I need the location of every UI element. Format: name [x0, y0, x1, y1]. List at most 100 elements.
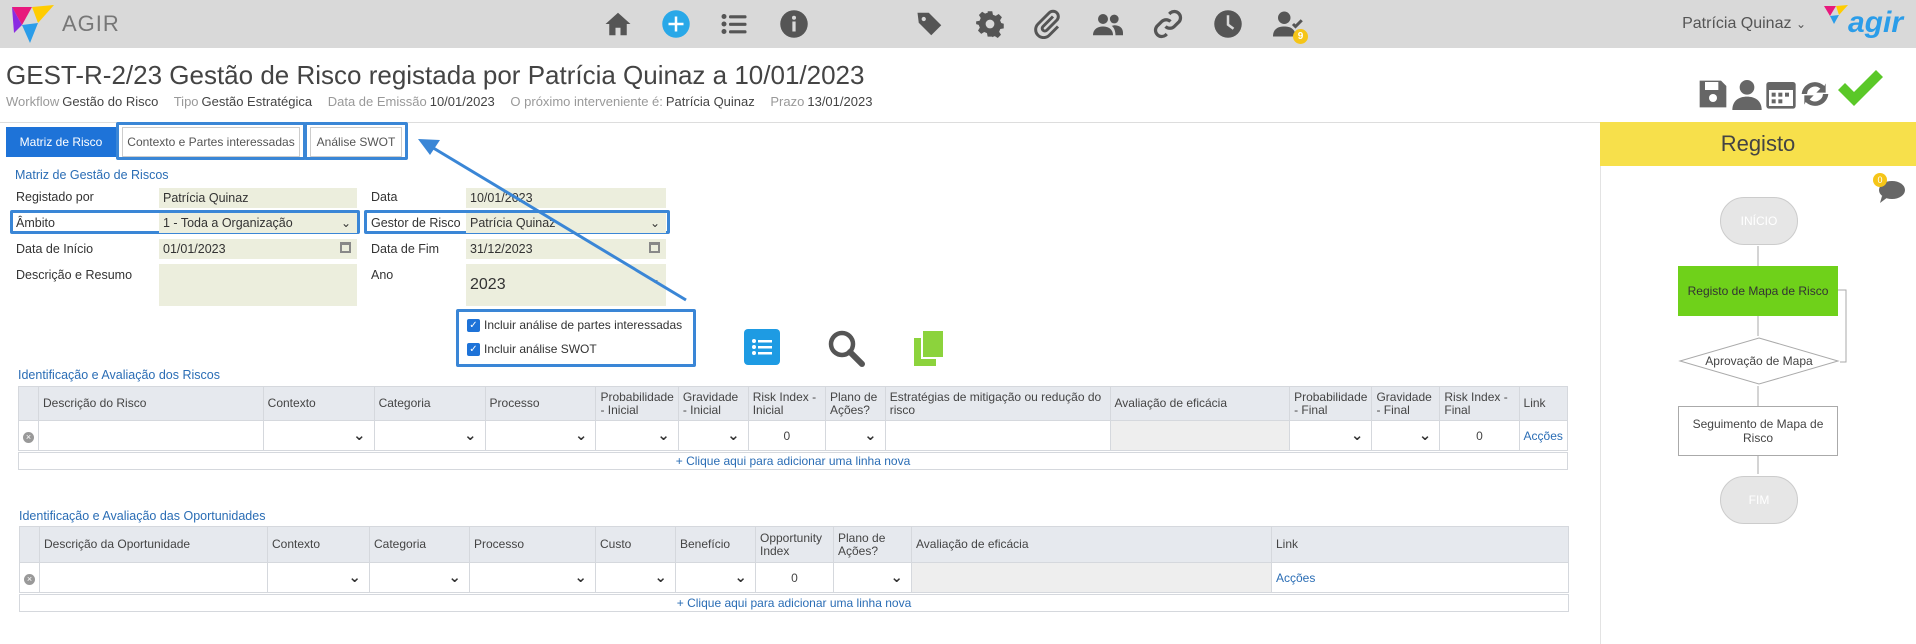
gestor-label: Gestor de Risco — [371, 216, 461, 230]
data-fim-field[interactable]: 31/12/2023 — [466, 239, 666, 259]
list-icon[interactable] — [716, 6, 752, 42]
process-select[interactable] — [469, 562, 596, 593]
action-plan-select[interactable] — [833, 562, 912, 593]
col-header: Contexto — [262, 386, 375, 421]
chevron-down-icon: ⌄ — [340, 216, 351, 230]
clock-icon[interactable] — [1210, 6, 1246, 42]
paperclip-icon[interactable] — [1030, 6, 1066, 42]
flow-step-registo[interactable]: Registo de Mapa de Risco — [1678, 266, 1838, 316]
user-name: Patrícia Quinaz — [1682, 15, 1792, 32]
chevron-down-icon: ⌄ — [1795, 17, 1806, 31]
probability-initial-select[interactable] — [595, 420, 679, 451]
link-icon[interactable] — [1150, 6, 1186, 42]
col-header: Avaliação de eficácia — [1109, 386, 1291, 421]
risk-description-input[interactable] — [38, 420, 264, 451]
agir-brand-logo: agir — [1822, 4, 1910, 44]
copy-icon[interactable] — [912, 328, 948, 373]
actions-link[interactable]: Acções — [1518, 420, 1569, 451]
gestor-select[interactable]: Patrícia Quinaz ⌄ — [466, 213, 666, 233]
checked-icon: ✓ — [467, 343, 480, 357]
col-header: Opportunity Index — [755, 526, 834, 563]
col-header: Processo — [484, 386, 597, 421]
tab-highlight — [116, 122, 306, 160]
flow-decision-node[interactable]: Aprovação de Mapa — [1678, 336, 1840, 386]
col-header: Probabilidade - Final — [1289, 386, 1373, 421]
agir-logo[interactable] — [8, 3, 58, 45]
probability-final-select[interactable] — [1289, 420, 1373, 451]
ano-label: Ano — [371, 268, 394, 282]
users-icon[interactable] — [1090, 6, 1126, 42]
notification-badge: 9 — [1293, 29, 1308, 44]
data-fim-value: 31/12/2023 — [470, 242, 533, 256]
data-inicio-label: Data de Início — [16, 242, 94, 256]
opportunities-table: Descrição da Oportunidade Contexto Categ… — [19, 526, 1569, 593]
info-icon[interactable] — [776, 6, 812, 42]
actions-link[interactable]: Acções — [1271, 562, 1569, 593]
home-icon[interactable] — [600, 6, 636, 42]
add-risk-row-link[interactable]: + Clique aqui para adicionar uma linha n… — [18, 452, 1568, 470]
category-select[interactable] — [369, 562, 470, 593]
top-bar — [0, 0, 1916, 48]
search-icon[interactable] — [826, 328, 866, 373]
remove-row-icon[interactable]: × — [19, 562, 40, 593]
ambito-label: Âmbito — [16, 216, 55, 230]
page-meta: Workflow Gestão do Risco Tipo Gestão Estra… — [6, 94, 873, 109]
data-label: Data — [371, 190, 398, 204]
remove-row-icon[interactable]: × — [18, 420, 39, 451]
ambito-select[interactable]: 1 - Toda a Organização ⌄ — [159, 213, 357, 233]
tags-icon[interactable] — [912, 6, 948, 42]
tab-matriz-de-risco[interactable]: Matriz de Risco — [6, 127, 116, 157]
submit-check-icon[interactable] — [1834, 66, 1884, 110]
add-opportunity-row-link[interactable]: + Clique aqui para adicionar uma linha n… — [19, 594, 1569, 612]
data-fim-label: Data de Fim — [371, 242, 440, 256]
col-header: Estratégias de mitigação ou redução do r… — [884, 386, 1111, 421]
save-icon[interactable] — [1697, 78, 1729, 115]
data-inicio-field[interactable]: 01/01/2023 — [159, 239, 357, 259]
col-header: Avaliação de eficácia — [911, 526, 1272, 563]
flow-start-node[interactable]: INÍCIO — [1720, 197, 1798, 245]
registado-por-field: Patrícia Quinaz — [159, 188, 357, 208]
calendar-icon[interactable] — [1765, 78, 1797, 115]
refresh-icon[interactable] — [1799, 78, 1831, 115]
list-view-icon[interactable] — [744, 329, 780, 365]
efficacy-cell — [1109, 420, 1291, 451]
gear-icon[interactable] — [972, 6, 1008, 42]
opportunity-description-input[interactable] — [39, 562, 268, 593]
flow-decision-label: Aprovação de Mapa — [1705, 354, 1813, 368]
cost-select[interactable] — [595, 562, 676, 593]
table-row: × 0 Acções — [19, 562, 1569, 593]
category-select[interactable] — [373, 420, 486, 451]
gestor-value: Patrícia Quinaz — [470, 216, 556, 230]
user-menu[interactable]: Patrícia Quinaz ⌄ — [1682, 15, 1806, 33]
calendar-icon[interactable] — [649, 242, 660, 253]
user-icon[interactable] — [1731, 78, 1763, 115]
check2-label: Incluir análise SWOT — [484, 342, 597, 356]
workflow-panel-title: Registo — [1600, 122, 1916, 166]
col-header: Gravidade - Final — [1371, 386, 1441, 421]
severity-initial-select[interactable] — [677, 420, 749, 451]
ambito-value: 1 - Toda a Organização — [163, 216, 293, 230]
descricao-textarea[interactable] — [159, 264, 357, 306]
add-icon[interactable] — [658, 6, 694, 42]
calendar-icon[interactable] — [340, 242, 351, 253]
process-select[interactable] — [484, 420, 597, 451]
include-stakeholders-checkbox[interactable]: ✓ Incluir análise de partes interessadas — [467, 318, 682, 333]
ano-value: 2023 — [470, 276, 506, 293]
col-header: Link — [1518, 386, 1569, 421]
user-check-icon[interactable]: 9 — [1270, 6, 1308, 44]
opportunity-index: 0 — [755, 562, 834, 593]
include-swot-checkbox[interactable]: ✓ Incluir análise SWOT — [467, 342, 597, 357]
flow-end-node[interactable]: FIM — [1720, 476, 1798, 524]
context-select[interactable] — [267, 562, 370, 593]
data-inicio-value: 01/01/2023 — [163, 242, 226, 256]
ano-select[interactable]: 2023 ⌄ — [466, 264, 666, 306]
action-plan-select[interactable] — [824, 420, 886, 451]
severity-final-select[interactable] — [1371, 420, 1441, 451]
benefit-select[interactable] — [675, 562, 756, 593]
registado-por-label: Registado por — [16, 190, 94, 204]
context-select[interactable] — [262, 420, 375, 451]
flow-step-seguimento[interactable]: Seguimento de Mapa de Risco — [1678, 406, 1838, 456]
mitigation-input[interactable] — [884, 420, 1111, 451]
col-header: Probabilidade - Inicial — [595, 386, 679, 421]
risks-section-title: Identificação e Avaliação dos Riscos — [18, 368, 220, 382]
